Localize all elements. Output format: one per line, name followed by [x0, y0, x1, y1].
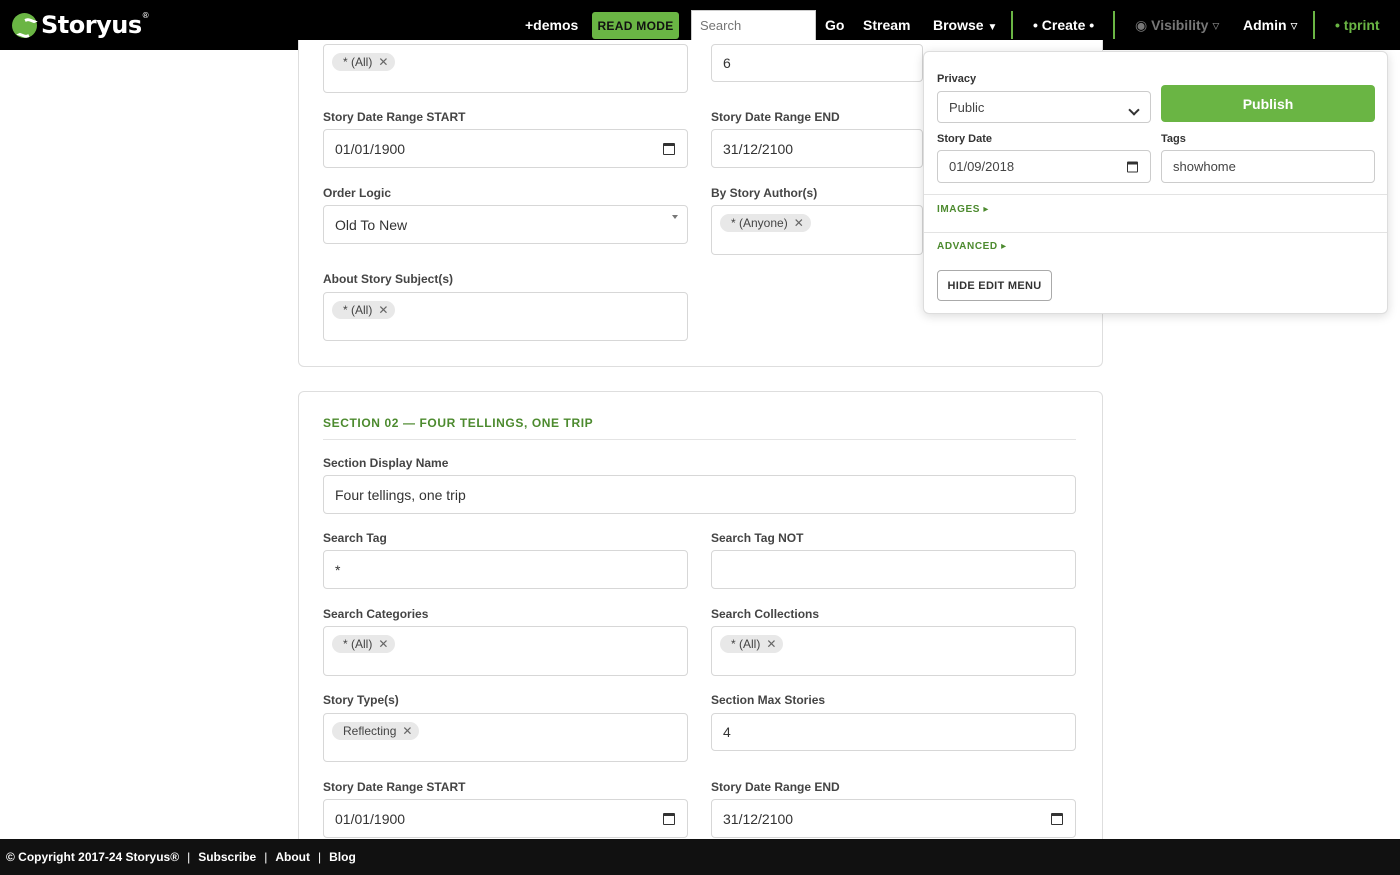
- remove-chip-icon[interactable]: ✕: [378, 55, 388, 69]
- remove-chip-icon[interactable]: ✕: [378, 303, 388, 317]
- visibility-menu[interactable]: ◉ Visibility ▿: [1135, 17, 1219, 34]
- go-button[interactable]: Go: [825, 17, 844, 33]
- calendar-icon[interactable]: [663, 142, 675, 155]
- date-end-input[interactable]: 31/12/2100: [711, 799, 1076, 838]
- remove-chip-icon[interactable]: ✕: [766, 637, 776, 651]
- story-types-chip-field[interactable]: Reflecting ✕: [323, 713, 688, 762]
- create-menu[interactable]: • Create •: [1033, 17, 1094, 33]
- privacy-label: Privacy: [937, 73, 977, 85]
- footer: © Copyright 2017-24 Storyus® | Subscribe…: [0, 839, 1400, 875]
- search-input[interactable]: [691, 10, 816, 41]
- panel-divider: [924, 232, 1387, 233]
- calendar-icon[interactable]: [1051, 812, 1063, 825]
- search-tag-input[interactable]: *: [323, 550, 688, 589]
- date-start-label: Story Date Range START: [323, 110, 466, 124]
- author-chip-field[interactable]: * (Anyone) ✕: [711, 205, 923, 255]
- display-name-label: Section Display Name: [323, 456, 449, 470]
- brand-logo[interactable]: Storyus®: [12, 11, 150, 39]
- eye-icon: ◉: [1135, 17, 1148, 33]
- caret-down-icon: [672, 215, 678, 219]
- date-end-label: Story Date Range END: [711, 110, 840, 124]
- images-toggle[interactable]: IMAGES ▸: [937, 204, 989, 215]
- order-logic-label: Order Logic: [323, 186, 392, 200]
- story-types-label: Story Type(s): [323, 693, 399, 707]
- collections-chip-field[interactable]: * (All) ✕: [711, 626, 1076, 676]
- calendar-icon[interactable]: [1127, 161, 1138, 172]
- publish-button[interactable]: Publish: [1161, 85, 1375, 122]
- stream-link[interactable]: Stream: [863, 17, 910, 33]
- about-link[interactable]: About: [275, 850, 310, 864]
- footer-separator: |: [318, 850, 322, 864]
- chip: * (All) ✕: [332, 301, 396, 319]
- remove-chip-icon[interactable]: ✕: [378, 637, 388, 651]
- search-tag-not-input[interactable]: [711, 550, 1076, 589]
- order-logic-select[interactable]: Old To New: [323, 205, 688, 244]
- story-date-label: Story Date: [937, 133, 993, 145]
- date-start-input[interactable]: 01/01/1900: [323, 799, 688, 838]
- chevron-down-icon: [1128, 104, 1140, 116]
- author-label: By Story Author(s): [711, 186, 818, 200]
- categories-chip-field[interactable]: * (All) ✕: [323, 626, 688, 676]
- subscribe-link[interactable]: Subscribe: [198, 850, 256, 864]
- collections-label: Search Collections: [711, 607, 820, 621]
- date-start-input[interactable]: 01/01/1900: [323, 129, 688, 168]
- tags-input[interactable]: showhome: [1161, 150, 1375, 183]
- display-name-input[interactable]: Four tellings, one trip: [323, 475, 1076, 514]
- advanced-toggle[interactable]: ADVANCED ▸: [937, 241, 1007, 252]
- demos-link[interactable]: +demos: [525, 17, 578, 33]
- hide-edit-menu-button[interactable]: HIDE EDIT MENU: [937, 270, 1052, 301]
- calendar-icon[interactable]: [663, 812, 675, 825]
- remove-chip-icon[interactable]: ✕: [794, 216, 804, 230]
- browse-menu[interactable]: Browse ▼: [933, 17, 997, 33]
- user-menu[interactable]: • tprint: [1335, 17, 1380, 33]
- chip: * (All) ✕: [332, 635, 396, 653]
- search-tag-label: Search Tag: [323, 531, 387, 545]
- edit-panel: Privacy Public Publish Story Date 01/09/…: [923, 51, 1388, 314]
- subject-label: About Story Subject(s): [323, 272, 454, 286]
- top-chip-field[interactable]: * (All) ✕: [323, 44, 688, 93]
- chip: * (All) ✕: [720, 635, 784, 653]
- privacy-select[interactable]: Public: [937, 91, 1151, 123]
- tags-label: Tags: [1161, 133, 1186, 145]
- remove-chip-icon[interactable]: ✕: [402, 724, 412, 738]
- date-start-label: Story Date Range START: [323, 780, 466, 794]
- caret-down-icon: ▼: [987, 22, 998, 33]
- date-end-label: Story Date Range END: [711, 780, 840, 794]
- subject-chip-field[interactable]: * (All) ✕: [323, 292, 688, 341]
- copyright-text: © Copyright 2017-24 Storyus®: [6, 850, 180, 864]
- panel-divider: [924, 194, 1387, 195]
- search-tag-not-label: Search Tag NOT: [711, 531, 804, 545]
- story-date-input[interactable]: 01/09/2018: [937, 150, 1151, 183]
- section-divider: [323, 439, 1076, 440]
- max-stories-label: Section Max Stories: [711, 693, 826, 707]
- leaf-icon: [12, 12, 37, 38]
- chip: * (All) ✕: [332, 53, 396, 71]
- date-end-input[interactable]: 31/12/2100: [711, 129, 923, 168]
- admin-menu[interactable]: Admin ▿: [1243, 17, 1297, 34]
- chip: Reflecting ✕: [332, 722, 420, 740]
- nav-divider: [1113, 11, 1115, 39]
- nav-divider: [1313, 11, 1315, 39]
- max-stories-input[interactable]: 4: [711, 713, 1076, 751]
- brand-name: Storyus: [41, 11, 142, 39]
- categories-label: Search Categories: [323, 607, 429, 621]
- top-right-field[interactable]: 6: [711, 44, 923, 82]
- footer-separator: |: [187, 850, 191, 864]
- blog-link[interactable]: Blog: [329, 850, 356, 864]
- read-mode-button[interactable]: READ MODE: [592, 12, 679, 39]
- chip: * (Anyone) ✕: [720, 214, 811, 232]
- footer-separator: |: [264, 850, 268, 864]
- nav-divider: [1011, 11, 1013, 39]
- section-title: SECTION 02 — FOUR TELLINGS, ONE TRIP: [323, 416, 594, 430]
